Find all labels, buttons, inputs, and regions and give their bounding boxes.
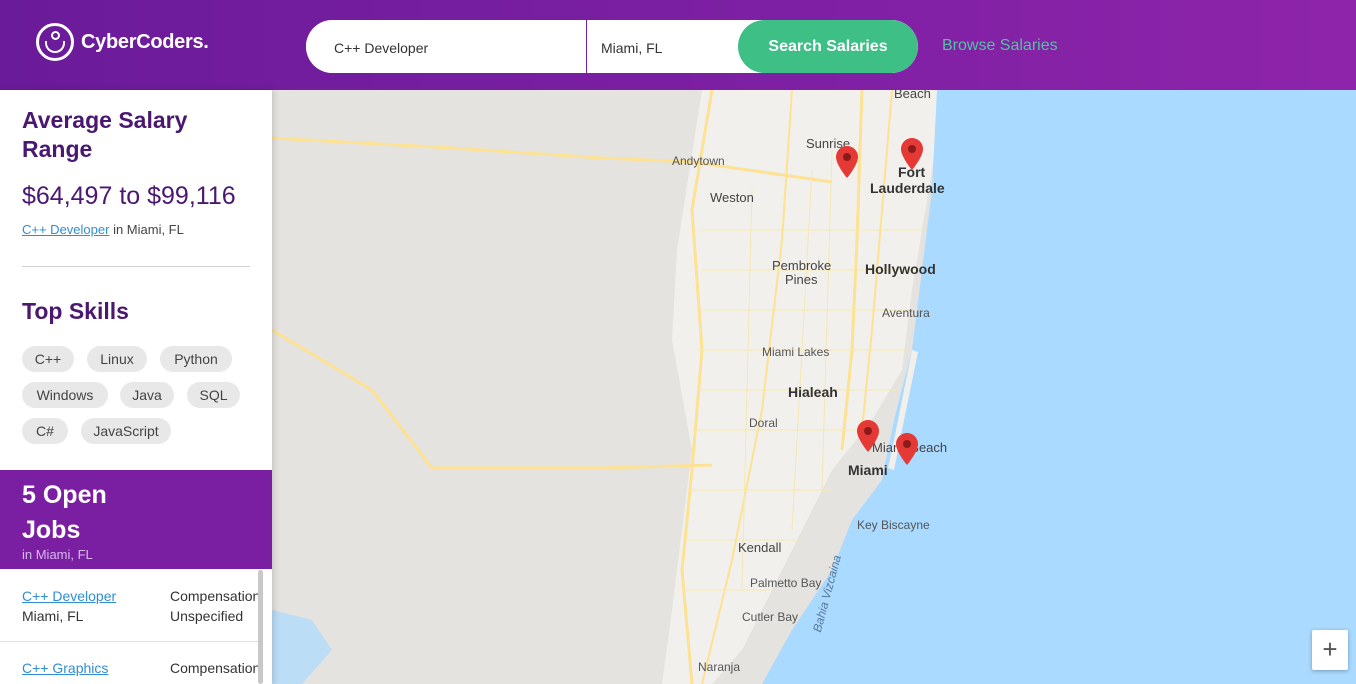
open-jobs-location: in Miami, FL: [22, 547, 93, 562]
map-label: Cutler Bay: [742, 610, 799, 624]
job-title-link[interactable]: C++ Developer: [22, 222, 109, 237]
jobs-scrollbar[interactable]: [258, 570, 263, 684]
map-label: Beach: [894, 90, 931, 101]
skill-chip[interactable]: SQL: [187, 382, 240, 408]
map-label: Miami Lakes: [762, 345, 830, 359]
map-label: Kendall: [738, 540, 782, 555]
job-title-link[interactable]: C++ Developer: [22, 588, 116, 604]
map-label: Hollywood: [865, 261, 936, 277]
map-label: Key Biscayne: [857, 518, 930, 532]
section-divider: [22, 266, 250, 267]
open-jobs-count: 5 Open Jobs: [22, 481, 107, 544]
map-pin-icon[interactable]: [896, 433, 918, 465]
map-label: Hialeah: [788, 384, 838, 400]
map-label: Naranja: [698, 660, 741, 674]
salary-context: C++ Developer in Miami, FL: [22, 222, 184, 237]
salary-location-text: in Miami, FL: [109, 222, 184, 237]
map-label: Doral: [749, 416, 778, 430]
salary-info-panel: Average Salary Range $64,497 to $99,116 …: [0, 90, 272, 684]
map-label: Pembroke: [772, 258, 832, 273]
job-title-input[interactable]: [306, 20, 586, 73]
browse-salaries-link[interactable]: Browse Salaries: [942, 37, 1058, 55]
average-salary-heading: Average Salary Range: [22, 107, 188, 162]
site-header: CyberCoders. Search Salaries Browse Sala…: [0, 0, 1356, 90]
map-pin-icon[interactable]: [836, 146, 858, 178]
map-pin-icon[interactable]: [901, 138, 923, 170]
skill-chip[interactable]: C++: [22, 346, 74, 372]
salary-search-bar: Search Salaries: [306, 20, 918, 73]
job-location: Miami, FL: [22, 608, 84, 624]
salary-map[interactable]: Beach Sunrise Fort Lauderdale Andytown W…: [272, 90, 1356, 684]
skill-chip[interactable]: Windows: [22, 382, 108, 408]
job-list-item[interactable]: C++ Developer Miami, FL Compensation Uns…: [0, 570, 260, 642]
skill-chip[interactable]: C#: [22, 418, 68, 444]
zoom-in-button[interactable]: +: [1312, 630, 1348, 670]
map-label: Lauderdale: [870, 180, 945, 196]
map-label: Pines: [785, 272, 818, 287]
skill-chip[interactable]: JavaScript: [81, 418, 171, 444]
skill-chip[interactable]: Java: [120, 382, 174, 408]
map-label: Andytown: [672, 154, 725, 168]
skill-chip[interactable]: Linux: [87, 346, 147, 372]
job-compensation-label: Compensation: [170, 660, 261, 676]
salary-range-value: $64,497 to $99,116: [22, 182, 236, 210]
open-jobs-header: 5 Open Jobs in Miami, FL: [0, 470, 272, 569]
map-label: Aventura: [882, 306, 930, 320]
top-skills-heading: Top Skills: [22, 298, 129, 324]
job-list-item[interactable]: C++ Graphics Compensation: [0, 642, 260, 684]
map-label: Palmetto Bay: [750, 576, 822, 590]
cybercoders-logo[interactable]: CyberCoders.: [36, 20, 209, 64]
search-salaries-button[interactable]: Search Salaries: [738, 20, 918, 73]
map-pin-icon[interactable]: [857, 420, 879, 452]
logo-person-icon: [36, 23, 74, 61]
job-compensation-value: Unspecified: [170, 608, 244, 624]
map-label: Weston: [710, 190, 754, 205]
skill-chip[interactable]: Python: [160, 346, 232, 372]
job-compensation-label: Compensation: [170, 588, 261, 604]
job-title-link[interactable]: C++ Graphics: [22, 660, 108, 676]
map-label: Miami: [848, 462, 888, 478]
logo-text: CyberCoders.: [81, 30, 209, 53]
